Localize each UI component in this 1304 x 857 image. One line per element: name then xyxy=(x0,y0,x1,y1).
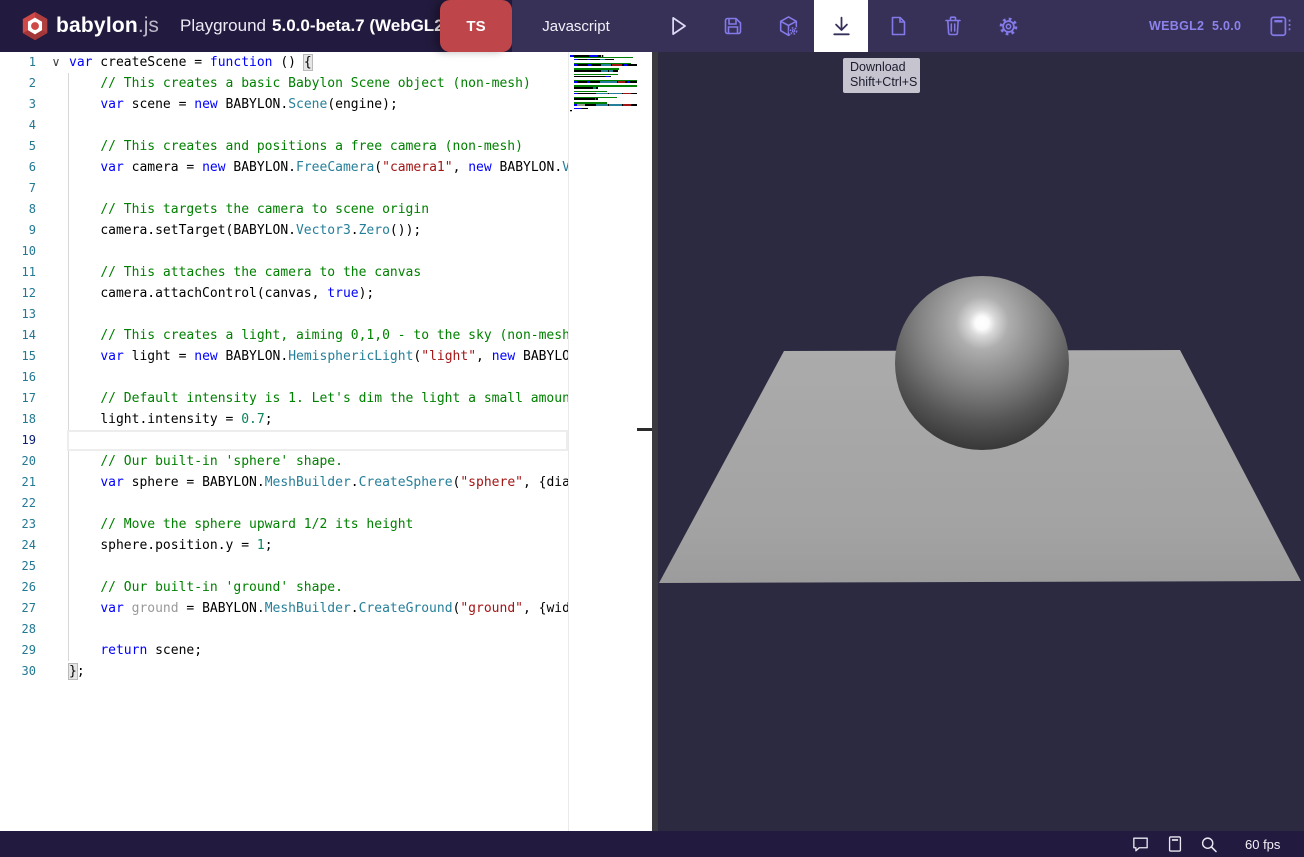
code-line[interactable]: var ground = BABYLON.MeshBuilder.CreateG… xyxy=(0,598,568,619)
search-icon[interactable] xyxy=(1198,834,1220,855)
code-line[interactable]: var light = new BABYLON.HemisphericLight… xyxy=(0,346,568,367)
new-document-icon xyxy=(886,14,910,38)
code-line[interactable]: // This creates a light, aiming 0,1,0 - … xyxy=(0,325,568,346)
sphere-mesh xyxy=(895,276,1069,450)
fps-counter: 60 fps xyxy=(1245,831,1280,857)
ts-label: TS xyxy=(466,18,485,35)
inspector-button[interactable] xyxy=(766,0,810,52)
code-line[interactable]: // This attaches the camera to the canva… xyxy=(0,262,568,283)
code-line[interactable] xyxy=(0,367,568,388)
title-regular: Playground xyxy=(180,16,266,36)
splitter-handle[interactable] xyxy=(637,428,652,431)
brand-text: babylon.js xyxy=(56,0,159,52)
code-line[interactable]: // Default intensity is 1. Let's dim the… xyxy=(0,388,568,409)
mobile-device-icon xyxy=(1267,13,1293,39)
code-editor[interactable]: 1234567891011121314151617181920212223242… xyxy=(0,52,652,831)
version-label: 5.0.0 xyxy=(1212,0,1241,52)
code-line[interactable]: camera.attachControl(canvas, true); xyxy=(0,283,568,304)
code-line[interactable] xyxy=(0,178,568,199)
code-line[interactable]: // This targets the camera to scene orig… xyxy=(0,199,568,220)
run-button[interactable] xyxy=(656,0,700,52)
engine-label: WEBGL2 xyxy=(1149,0,1204,52)
code-line[interactable]: }; xyxy=(0,661,568,682)
docs-icon[interactable] xyxy=(1165,834,1185,854)
language-label: Javascript xyxy=(542,18,610,35)
tooltip-shortcut: Shift+Ctrl+S xyxy=(850,75,913,90)
typescript-toggle-button[interactable]: TS xyxy=(440,0,512,52)
inspector-cube-icon xyxy=(776,14,801,39)
babylon-logo-icon xyxy=(20,11,50,41)
title-version: 5.0.0-beta.7 (WebGL2) xyxy=(272,16,449,36)
gear-icon xyxy=(996,14,1021,39)
code-lines[interactable]: var createScene = function () { // This … xyxy=(0,52,568,682)
code-line[interactable] xyxy=(0,556,568,577)
minimap-line xyxy=(570,104,637,106)
code-line[interactable]: // Our built-in 'sphere' shape. xyxy=(0,451,568,472)
code-line[interactable]: var createScene = function () { xyxy=(0,52,568,73)
header-bar: babylon.js Playground 5.0.0-beta.7 (WebG… xyxy=(0,0,1304,52)
code-line[interactable]: light.intensity = 0.7; xyxy=(0,409,568,430)
minimap-line xyxy=(570,110,637,112)
minimap-line xyxy=(570,93,637,95)
code-line[interactable] xyxy=(0,241,568,262)
download-tooltip: Download Shift+Ctrl+S xyxy=(843,58,920,93)
code-line[interactable]: sphere.position.y = 1; xyxy=(0,535,568,556)
play-icon xyxy=(665,13,691,39)
language-selector[interactable]: Javascript xyxy=(512,0,640,52)
code-line[interactable] xyxy=(0,493,568,514)
code-line[interactable] xyxy=(0,619,568,640)
code-line[interactable] xyxy=(0,115,568,136)
comments-icon[interactable] xyxy=(1130,834,1151,854)
save-button[interactable] xyxy=(711,0,755,52)
code-line[interactable]: var sphere = BABYLON.MeshBuilder.CreateS… xyxy=(0,472,568,493)
settings-button[interactable] xyxy=(986,0,1030,52)
brand-bold: babylon xyxy=(56,14,138,38)
code-line[interactable] xyxy=(0,430,568,451)
new-button[interactable] xyxy=(876,0,920,52)
code-line[interactable] xyxy=(0,304,568,325)
tooltip-title: Download xyxy=(850,60,913,75)
status-bar: 60 fps xyxy=(0,831,1304,857)
babylon-playground: babylon.js Playground 5.0.0-beta.7 (WebG… xyxy=(0,0,1304,857)
code-line[interactable]: return scene; xyxy=(0,640,568,661)
trash-icon xyxy=(941,14,965,38)
code-line[interactable]: // This creates and positions a free cam… xyxy=(0,136,568,157)
code-line[interactable]: // This creates a basic Babylon Scene ob… xyxy=(0,73,568,94)
code-line[interactable]: // Our built-in 'ground' shape. xyxy=(0,577,568,598)
save-icon xyxy=(721,14,745,38)
brand-light: .js xyxy=(138,14,159,38)
minimap[interactable] xyxy=(568,52,637,831)
qr-mobile-button[interactable] xyxy=(1258,0,1302,52)
delete-button[interactable] xyxy=(931,0,975,52)
code-line[interactable]: camera.setTarget(BABYLON.Vector3.Zero())… xyxy=(0,220,568,241)
code-line[interactable]: // Move the sphere upward 1/2 its height xyxy=(0,514,568,535)
code-line[interactable]: var camera = new BABYLON.FreeCamera("cam… xyxy=(0,157,568,178)
download-button[interactable] xyxy=(814,0,868,52)
render-canvas[interactable] xyxy=(658,52,1304,831)
download-icon xyxy=(829,14,854,39)
code-line[interactable]: var scene = new BABYLON.Scene(engine); xyxy=(0,94,568,115)
page-title: Playground 5.0.0-beta.7 (WebGL2) xyxy=(180,0,449,52)
